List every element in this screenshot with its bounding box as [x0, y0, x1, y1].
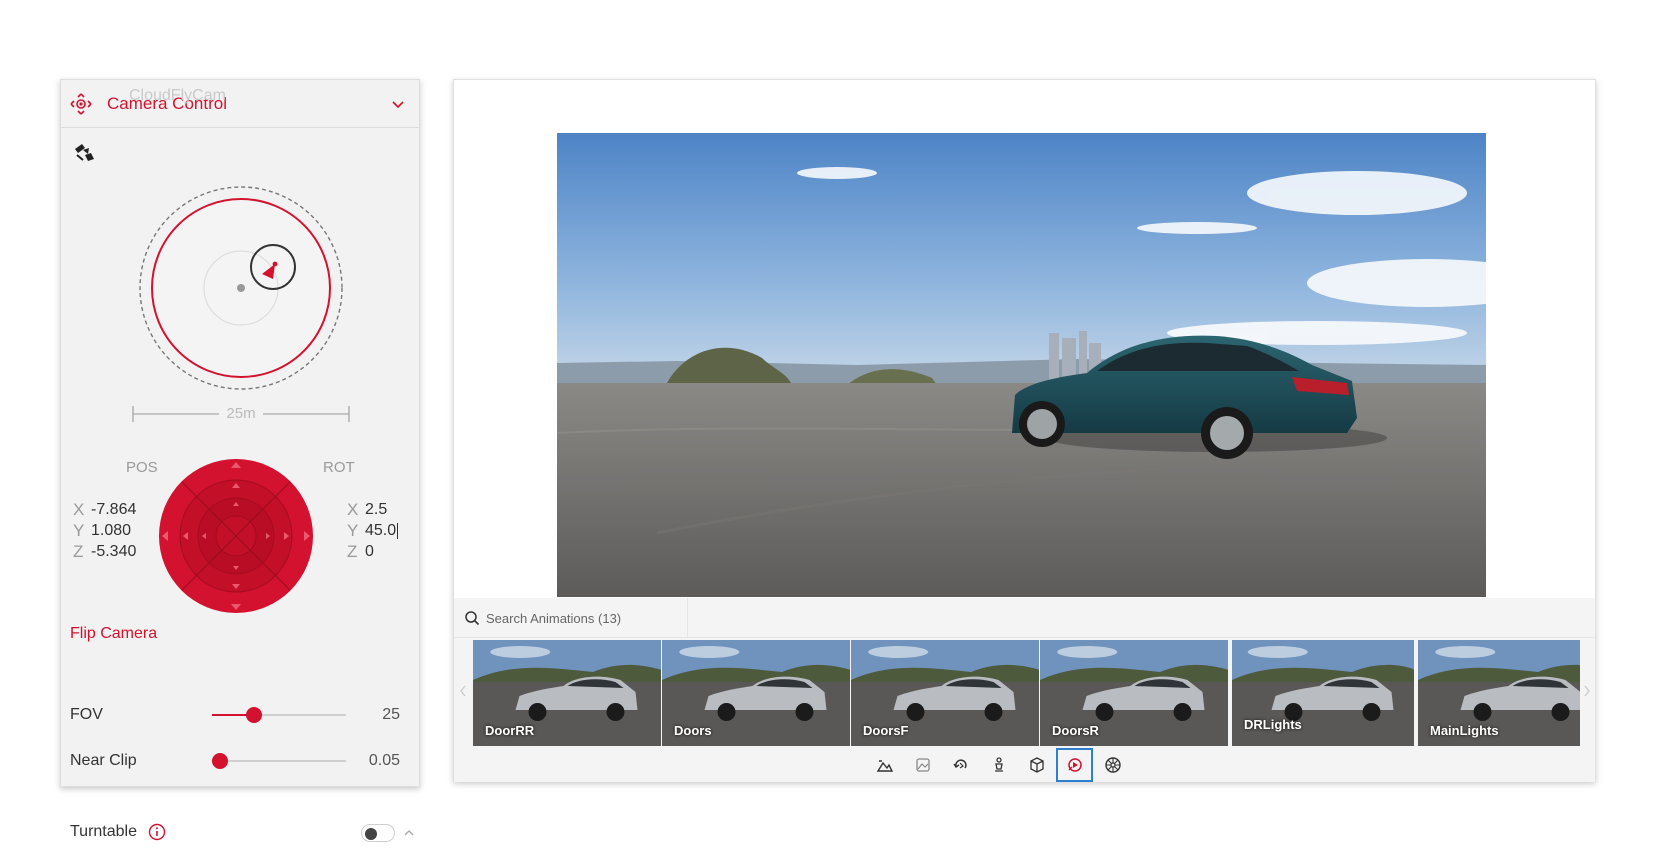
distance-scale: 25m [131, 400, 351, 428]
toolbar-figure-button[interactable] [980, 748, 1017, 782]
search-field[interactable] [454, 598, 688, 638]
animation-thumb-label: DRLights [1244, 717, 1302, 732]
cube-icon [1029, 757, 1044, 773]
animation-thumb-label: Doors [674, 723, 712, 738]
near-clip-slider[interactable] [212, 753, 346, 769]
position-values: X -7.864 Y 1.080 Z -5.340 [73, 499, 136, 562]
toolbar-cube-button[interactable] [1018, 748, 1055, 782]
animation-thumb-doors[interactable]: Doors [662, 640, 850, 746]
environment-icon [876, 760, 893, 772]
info-icon[interactable] [148, 823, 166, 841]
animation-thumb-doorsf[interactable]: DoorsF [851, 640, 1039, 746]
near-clip-label: Near Clip [70, 752, 137, 769]
camera-name: CloudFlyCam [129, 87, 226, 104]
animation-thumb-label: DoorRR [485, 723, 535, 738]
animation-thumbnails: DoorRR Doors DoorsF DoorsR DRLights MainLight… [473, 640, 1580, 748]
camera-control-panel: Camera Control CloudFlyCam 25m POS ROT X… [60, 79, 420, 842]
rot-y[interactable]: Y 45.0 [347, 520, 399, 541]
search-input[interactable] [486, 606, 682, 630]
fov-value[interactable]: 25 [382, 706, 400, 724]
camera-target-icon [70, 92, 92, 115]
rot-label: ROT [323, 459, 355, 476]
panel-header[interactable]: Camera Control [61, 80, 419, 128]
toolbar-rotate-button[interactable] [942, 748, 979, 782]
chevron-right-icon[interactable] [1582, 684, 1592, 698]
chevron-down-icon[interactable] [391, 97, 405, 111]
toolbar-animation-button[interactable] [1056, 748, 1093, 782]
animation-thumb-label: DoorsF [863, 723, 909, 738]
pos-x[interactable]: X -7.864 [73, 499, 136, 520]
movement-joystick[interactable] [157, 457, 315, 615]
fov-slider-row: FOV 25 [70, 703, 400, 727]
rot-x[interactable]: X 2.5 [347, 499, 398, 520]
fov-slider-handle[interactable] [245, 707, 262, 723]
chevron-left-icon[interactable] [458, 684, 468, 698]
animation-icon [1067, 758, 1082, 772]
turntable-label: Turntable [70, 823, 137, 840]
turntable-toggle[interactable] [361, 824, 395, 842]
pos-y[interactable]: Y 1.080 [73, 520, 136, 541]
animation-thumb-doorsr[interactable]: DoorsR [1040, 640, 1228, 746]
near-clip-value[interactable]: 0.05 [369, 752, 400, 770]
animation-thumb-drlights[interactable]: DRLights [1232, 640, 1414, 746]
orbit-control[interactable] [131, 178, 351, 398]
flip-camera-link[interactable]: Flip Camera [70, 625, 157, 643]
rotation-values: X 2.5 Y 45.0 Z0 [347, 499, 399, 562]
distance-label: 25m [226, 405, 256, 422]
turntable-row: Turntable [70, 821, 414, 845]
3d-viewport[interactable] [557, 133, 1486, 597]
animation-thumb-doorrr[interactable]: DoorRR [473, 640, 661, 746]
toolbar-wheel-button[interactable] [1094, 748, 1131, 782]
near-clip-slider-handle[interactable] [212, 753, 229, 769]
pos-z[interactable]: Z -5.340 [73, 541, 136, 562]
viewer-panel: DoorRR Doors DoorsF DoorsR DRLights MainLight… [453, 79, 1596, 782]
toolbar-environment-button[interactable] [866, 748, 903, 782]
search-icon [465, 611, 480, 626]
animation-thumb-label: MainLights [1430, 723, 1499, 738]
animation-thumb-label: DoorsR [1052, 723, 1099, 738]
rot-z[interactable]: Z0 [347, 541, 398, 562]
animation-search-bar [454, 598, 1595, 638]
rotate-icon [952, 759, 967, 769]
camera-selector[interactable] [71, 137, 97, 167]
figure-icon [994, 757, 1003, 772]
fov-slider[interactable] [212, 707, 346, 723]
fov-label: FOV [70, 706, 103, 723]
wheel-icon [1104, 757, 1121, 773]
animation-thumb-mainlights[interactable]: MainLights [1418, 640, 1580, 746]
toolbar-image-button[interactable] [904, 748, 941, 782]
text-caret [397, 522, 399, 539]
near-clip-slider-row: Near Clip 0.05 [70, 749, 400, 773]
image-icon [915, 758, 930, 772]
chevron-up-icon[interactable] [403, 827, 415, 839]
viewer-toolbar [454, 748, 1595, 782]
fly-camera-icon [75, 144, 94, 161]
pos-label: POS [126, 459, 158, 476]
animation-strip: DoorRR Doors DoorsF DoorsR DRLights MainLight… [454, 638, 1595, 748]
